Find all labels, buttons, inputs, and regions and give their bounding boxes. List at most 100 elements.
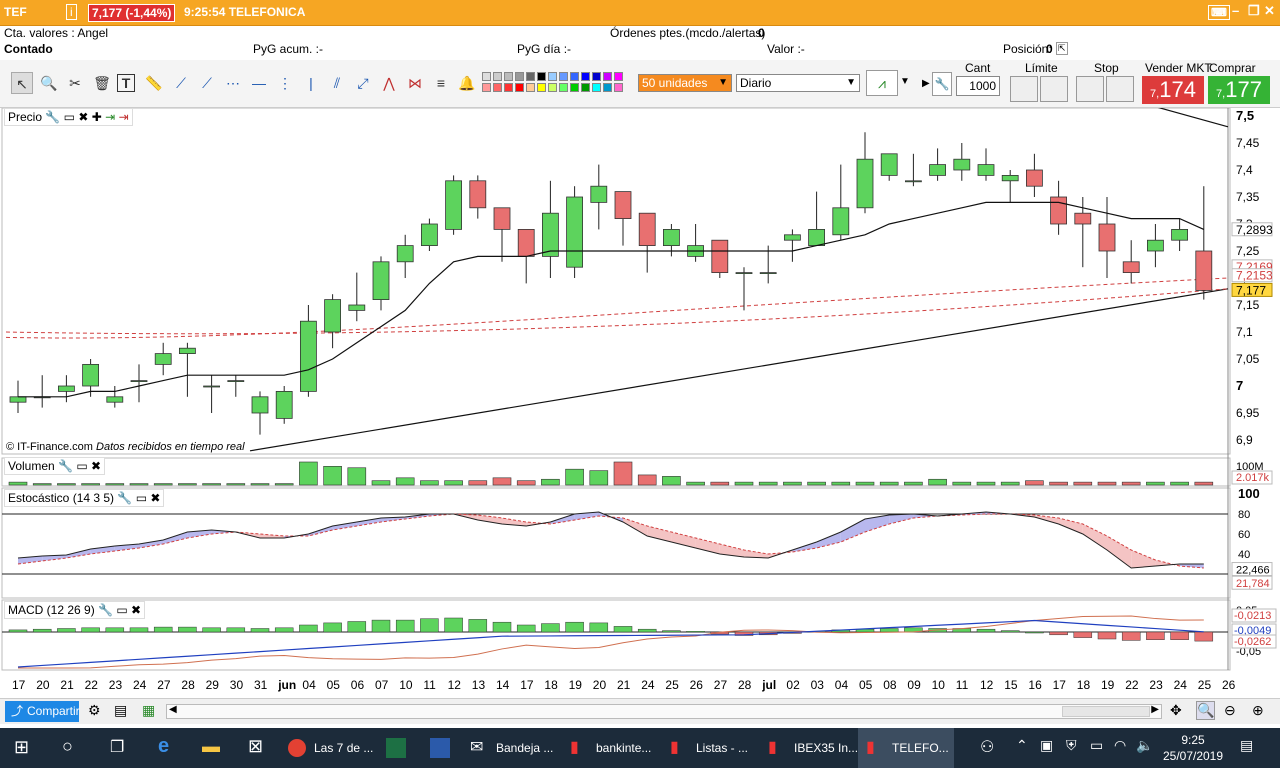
taskbar-listas[interactable]: ▮ Listas - ...: [662, 728, 758, 768]
channel-tool-icon[interactable]: ⫽: [326, 72, 348, 94]
zoom-fit-icon[interactable]: 🔍: [1196, 701, 1216, 720]
window-icon[interactable]: ▭: [76, 459, 87, 473]
window-icon[interactable]: ▭: [116, 603, 127, 617]
limit-buy-button[interactable]: [1010, 76, 1038, 102]
settings-icon[interactable]: ⚙: [88, 702, 101, 719]
volume-icon[interactable]: 🔈: [1136, 737, 1153, 754]
taskbar-chrome[interactable]: Las 7 de ...: [280, 728, 376, 768]
color-swatch[interactable]: [504, 83, 513, 92]
people-icon[interactable]: ⚇: [980, 737, 994, 757]
info-icon[interactable]: i: [66, 4, 77, 20]
color-swatch[interactable]: [570, 72, 579, 81]
color-swatch[interactable]: [614, 83, 623, 92]
zoom-icon[interactable]: 🔍: [38, 72, 60, 94]
folder-icon[interactable]: ▬: [202, 736, 220, 757]
color-palette[interactable]: [482, 72, 634, 94]
zoom-in-icon[interactable]: ⊕: [1252, 702, 1264, 719]
color-swatch[interactable]: [548, 83, 557, 92]
position-detail-icon[interactable]: ⇱: [1056, 42, 1068, 55]
arrow-tool-icon[interactable]: ⤢: [352, 72, 374, 94]
taskbar-ibex[interactable]: ▮ IBEX35 In...: [760, 728, 858, 768]
sell-mkt-button[interactable]: 7,174: [1142, 76, 1204, 104]
pointer-icon[interactable]: ↖: [11, 72, 33, 94]
close-icon[interactable]: ✖: [78, 110, 88, 124]
color-swatch[interactable]: [482, 72, 491, 81]
color-swatch[interactable]: [537, 72, 546, 81]
color-swatch[interactable]: [592, 83, 601, 92]
color-swatch[interactable]: [603, 83, 612, 92]
buy-mkt-button[interactable]: 7,177: [1208, 76, 1270, 104]
scroll-left-icon[interactable]: ◀: [169, 704, 177, 715]
search-circle-icon[interactable]: ○: [62, 736, 73, 757]
network-icon[interactable]: ▣: [1040, 737, 1053, 754]
color-swatch[interactable]: [493, 72, 502, 81]
color-swatch[interactable]: [482, 83, 491, 92]
taskbar-mail[interactable]: ✉ Bandeja ...: [462, 728, 558, 768]
window-icon[interactable]: ▭: [136, 491, 147, 505]
chevron-right-icon[interactable]: ▶: [922, 78, 930, 89]
word-icon[interactable]: [430, 738, 450, 758]
color-swatch[interactable]: [614, 72, 623, 81]
color-swatch[interactable]: [548, 72, 557, 81]
color-swatch[interactable]: [592, 72, 601, 81]
charts-area[interactable]: 7,57,457,47,357,37,257,27,157,17,0576,95…: [0, 104, 1280, 698]
scroll-thumb[interactable]: [1062, 706, 1150, 717]
close-icon[interactable]: ✖: [91, 459, 101, 473]
taskbar-bankinter[interactable]: ▮ bankinte...: [562, 728, 658, 768]
close-button[interactable]: ✕: [1264, 3, 1275, 19]
task-view-icon[interactable]: ❐: [110, 737, 124, 757]
close-icon[interactable]: ✖: [131, 603, 141, 617]
hline-tool-icon[interactable]: ⋯: [222, 72, 244, 94]
vertical-range-icon[interactable]: ⋮: [274, 72, 296, 94]
wrench-icon[interactable]: 🔧: [117, 491, 132, 505]
layout-icon[interactable]: ▦: [142, 702, 155, 719]
color-swatch[interactable]: [493, 83, 502, 92]
line-tool-icon[interactable]: ⟋: [170, 72, 192, 94]
taskbar-telefonica[interactable]: ▮ TELEFO...: [858, 728, 954, 768]
keyboard-icon[interactable]: ⌨: [1208, 5, 1230, 20]
tools-icon[interactable]: ✂: [64, 72, 86, 94]
color-swatch[interactable]: [570, 83, 579, 92]
wrench-icon[interactable]: 🔧: [58, 459, 73, 473]
ruler-icon[interactable]: 📏: [143, 72, 165, 94]
export-icon[interactable]: ⇥: [105, 110, 115, 124]
color-swatch[interactable]: [559, 72, 568, 81]
minimize-button[interactable]: –: [1232, 3, 1239, 18]
close-icon[interactable]: ✖: [150, 491, 160, 505]
chart-svg[interactable]: 7,57,457,47,357,37,257,27,157,17,0576,95…: [0, 104, 1280, 698]
ray-tool-icon[interactable]: ⟋: [196, 72, 218, 94]
color-swatch[interactable]: [581, 83, 590, 92]
clock[interactable]: 9:25 25/07/2019: [1158, 732, 1228, 764]
zigzag-tool-icon[interactable]: ⋈: [404, 72, 426, 94]
color-swatch[interactable]: [603, 72, 612, 81]
battery-icon[interactable]: ▭: [1090, 737, 1103, 754]
wrench-icon[interactable]: 🔧: [932, 72, 952, 96]
horizontal-scrollbar[interactable]: ◀ ▶: [166, 704, 1162, 719]
window-icon[interactable]: ▭: [64, 110, 75, 124]
chevron-up-icon[interactable]: ⌃: [1016, 737, 1028, 754]
add-icon[interactable]: ✚: [92, 110, 102, 124]
crosshair-icon[interactable]: ✥: [1170, 702, 1182, 719]
color-swatch[interactable]: [526, 72, 535, 81]
wrench-icon[interactable]: 🔧: [45, 110, 60, 124]
vertical-line-icon[interactable]: |: [300, 72, 322, 94]
trash-icon[interactable]: 🗑: [91, 72, 113, 94]
limit-sell-button[interactable]: [1040, 76, 1068, 102]
shield-icon[interactable]: ⛨: [1066, 737, 1077, 754]
chevron-down-icon[interactable]: ▼: [900, 76, 910, 87]
excel-icon[interactable]: [386, 738, 406, 758]
stop-buy-button[interactable]: [1076, 76, 1104, 102]
notifications-icon[interactable]: ▤: [1240, 737, 1253, 754]
color-swatch[interactable]: [581, 72, 590, 81]
color-swatch[interactable]: [504, 72, 513, 81]
wrench-icon[interactable]: 🔧: [98, 603, 113, 617]
restore-button[interactable]: ❐: [1248, 3, 1260, 19]
color-swatch[interactable]: [526, 83, 535, 92]
edge-icon[interactable]: e: [158, 735, 169, 758]
scroll-right-icon[interactable]: ▶: [1151, 704, 1159, 715]
color-swatch[interactable]: [515, 83, 524, 92]
chart-type-icon[interactable]: ⩘: [866, 70, 898, 96]
horizontal-line-icon[interactable]: —: [248, 72, 270, 94]
zoom-out-icon[interactable]: ⊖: [1224, 702, 1236, 719]
wifi-icon[interactable]: ◠: [1114, 737, 1126, 754]
